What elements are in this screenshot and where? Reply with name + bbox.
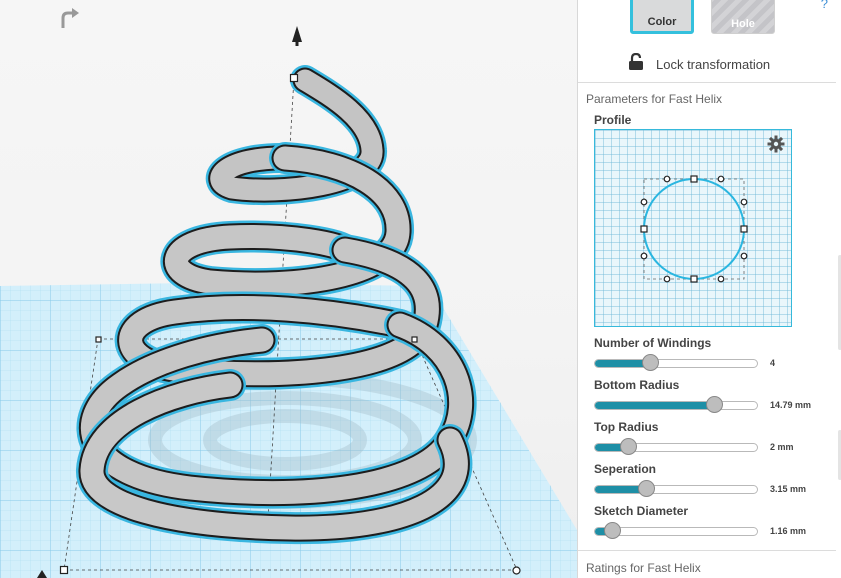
profile-label: Profile (594, 113, 632, 127)
divider (578, 82, 836, 83)
handle-corner-front-left[interactable] (59, 565, 69, 575)
param-value: 1.16 mm (770, 526, 807, 536)
lock-icon (629, 53, 643, 70)
hole-button-label: Hole (731, 18, 755, 30)
param-number-of-windings: Number of Windings 4 (594, 336, 834, 376)
scene-canvas[interactable] (0, 0, 577, 578)
3d-viewport[interactable] (0, 0, 577, 578)
rotate-view-icon[interactable] (56, 6, 82, 32)
handle-top[interactable] (289, 73, 299, 83)
slider-track[interactable] (594, 443, 758, 452)
color-button-label: Color (647, 16, 677, 28)
param-label: Number of Windings (594, 336, 712, 350)
handle-corner-back-right[interactable] (411, 336, 418, 343)
handle-corner-back-left[interactable] (95, 336, 102, 343)
param-label: Top Radius (594, 420, 659, 434)
param-sketch-diameter: Sketch Diameter 1.16 mm (594, 504, 834, 544)
profile-sketch[interactable] (595, 130, 793, 328)
param-label: Bottom Radius (594, 378, 680, 392)
param-bottom-radius: Bottom Radius 14.79 mm (594, 378, 834, 418)
param-top-radius: Top Radius 2 mm (594, 420, 834, 460)
slider-track[interactable] (594, 485, 758, 494)
parameters-title: Parameters for Fast Helix (586, 92, 723, 106)
help-link[interactable]: ? (821, 0, 828, 11)
param-value: 3.15 mm (770, 484, 807, 494)
slider-thumb[interactable] (620, 438, 637, 455)
slider-track[interactable] (594, 359, 758, 368)
param-value: 4 (770, 358, 776, 368)
param-label: Sketch Diameter (594, 504, 689, 518)
slider-thumb[interactable] (638, 480, 655, 497)
color-button[interactable]: Color (630, 0, 694, 34)
inspector-panel: ? Color Hole Lock transformation Paramet… (577, 0, 841, 578)
lock-transformation-label: Lock transformation (656, 57, 771, 72)
slider-thumb[interactable] (604, 522, 621, 539)
slider-thumb[interactable] (642, 354, 659, 371)
slider-thumb[interactable] (706, 396, 723, 413)
param-label: Seperation (594, 462, 657, 476)
param-value: 2 mm (770, 442, 794, 452)
param-seperation: Seperation 3.15 mm (594, 462, 834, 502)
profile-editor[interactable] (594, 129, 792, 327)
slider-track[interactable] (594, 401, 758, 410)
param-value: 14.79 mm (770, 400, 812, 410)
hole-button[interactable]: Hole (711, 0, 775, 34)
handle-corner-front-right[interactable] (512, 566, 521, 575)
divider (578, 550, 836, 551)
workplane-up-arrow-icon[interactable] (292, 26, 302, 46)
ratings-title: Ratings for Fast Helix (586, 561, 701, 575)
